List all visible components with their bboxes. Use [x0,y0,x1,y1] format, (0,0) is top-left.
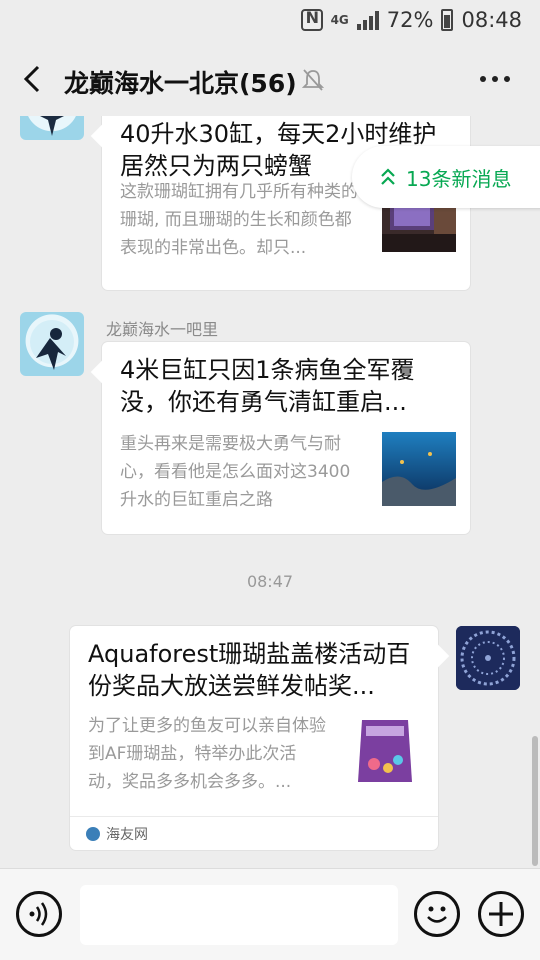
source-name: 海友网 [106,826,148,843]
battery-icon [441,9,454,31]
input-bar [0,868,540,960]
message-input[interactable] [80,885,398,945]
article-card[interactable]: 4米巨缸只因1条病鱼全军覆没，你还有勇气清缸重启... 重头再来是需要极大勇气与… [102,342,470,534]
signal-icon [356,10,379,30]
avatar[interactable] [456,626,520,690]
chat-area[interactable]: 40升水30缸，每天2小时维护居然只为两只螃蟹 这款珊瑚缸拥有几乎所有种类的珊瑚… [0,116,540,868]
double-chevron-up-icon [381,168,395,185]
avatar[interactable] [20,116,84,140]
more-options-icon[interactable] [480,76,510,82]
avatar[interactable] [20,312,84,376]
article-title: 4米巨缸只因1条病鱼全军覆没，你还有勇气清缸重启... [120,356,415,416]
sender-name: 龙巅海水一吧里 [106,320,219,339]
battery-percent: 72% [386,8,434,32]
article-thumbnail [382,432,456,506]
message-timestamp: 08:47 [246,572,294,591]
new-messages-label: 13条新消息 [406,166,512,191]
more-actions-button[interactable] [478,891,524,937]
article-source: 海友网 [70,816,438,850]
chat-header: 龙巅海水一北京(56) [0,44,540,116]
article-description: 重头再来是需要极大勇气与耐心，看看他是怎么面对这3400升水的巨缸重启之路 [120,434,351,510]
smiley-icon [427,906,447,923]
voice-input-button[interactable] [16,891,62,937]
scrollbar[interactable] [532,736,538,866]
status-time: 08:48 [461,8,522,32]
source-logo-icon [86,826,100,841]
voice-wave-icon [29,902,48,926]
emoji-button[interactable] [414,891,460,937]
chat-title: 龙巅海水一北京(56) [64,69,297,98]
back-arrow-icon[interactable] [18,64,48,94]
article-card[interactable]: Aquaforest珊瑚盐盖楼活动百份奖品大放送尝鲜发帖奖... 为了让更多的鱼… [70,626,438,850]
new-messages-button[interactable]: 13条新消息 [352,146,540,208]
status-bar: 4G 72% 08:48 [0,0,540,44]
mute-bell-icon [302,69,324,91]
network-type: 4G [330,12,349,27]
article-thumbnail [348,712,422,786]
article-description: 为了让更多的鱼友可以亲自体验到AF珊瑚盐，特举办此次活动，奖品多多机会多多。..… [88,716,326,792]
nfc-icon [300,8,323,31]
article-title: Aquaforest珊瑚盐盖楼活动百份奖品大放送尝鲜发帖奖... [88,640,411,700]
article-description: 这款珊瑚缸拥有几乎所有种类的珊瑚, 而且珊瑚的生长和颜色都表现的非常出色。却只.… [120,182,358,258]
